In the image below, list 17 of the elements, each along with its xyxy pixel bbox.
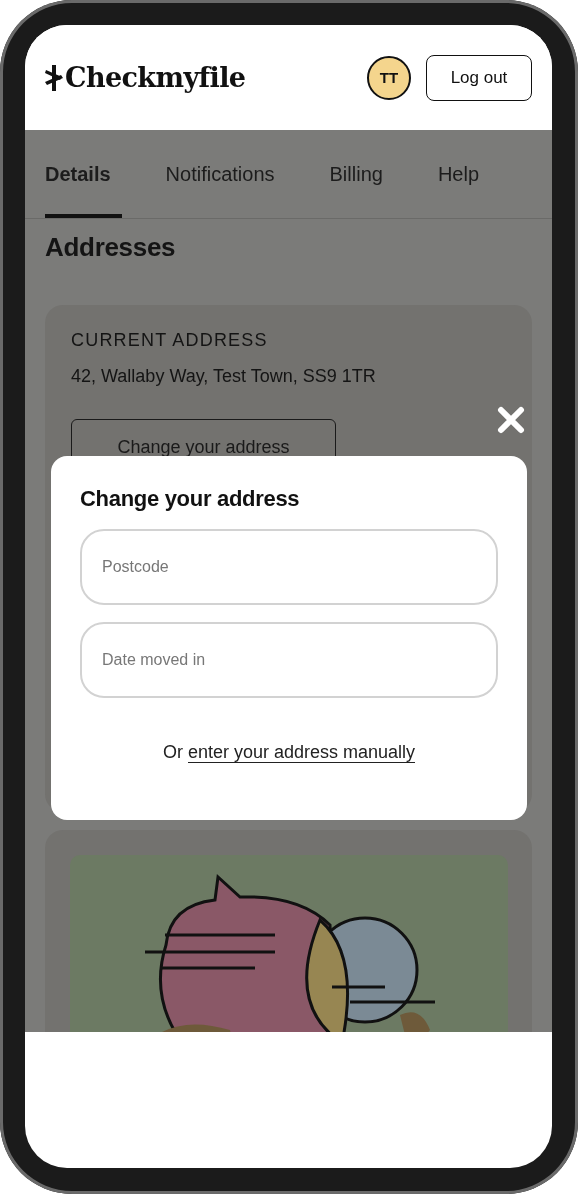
modal-title: Change your address xyxy=(80,485,301,513)
manual-entry-text: Or enter your address manually xyxy=(161,741,417,765)
tab[interactable]: Notifications xyxy=(165,130,286,218)
manual-address-link[interactable]: enter your address manually xyxy=(187,742,416,763)
input-field[interactable]: Postcode xyxy=(80,529,498,605)
avatar[interactable]: TT xyxy=(367,55,411,100)
logo-icon xyxy=(45,64,63,91)
tab[interactable]: Details xyxy=(45,130,122,218)
address-text: 42, Wallaby Way, Test Town, SS9 1TR xyxy=(71,365,377,387)
logout-button[interactable]: Log out xyxy=(426,54,532,101)
input-field[interactable]: Date moved in xyxy=(80,622,498,698)
close-icon[interactable] xyxy=(497,406,525,434)
logo-text: Checkmyfile xyxy=(65,62,246,93)
page-title: Addresses xyxy=(45,231,177,263)
section-label: CURRENT ADDRESS xyxy=(71,329,269,351)
tab[interactable]: Help xyxy=(437,130,491,218)
tab[interactable]: Billing xyxy=(329,130,394,218)
